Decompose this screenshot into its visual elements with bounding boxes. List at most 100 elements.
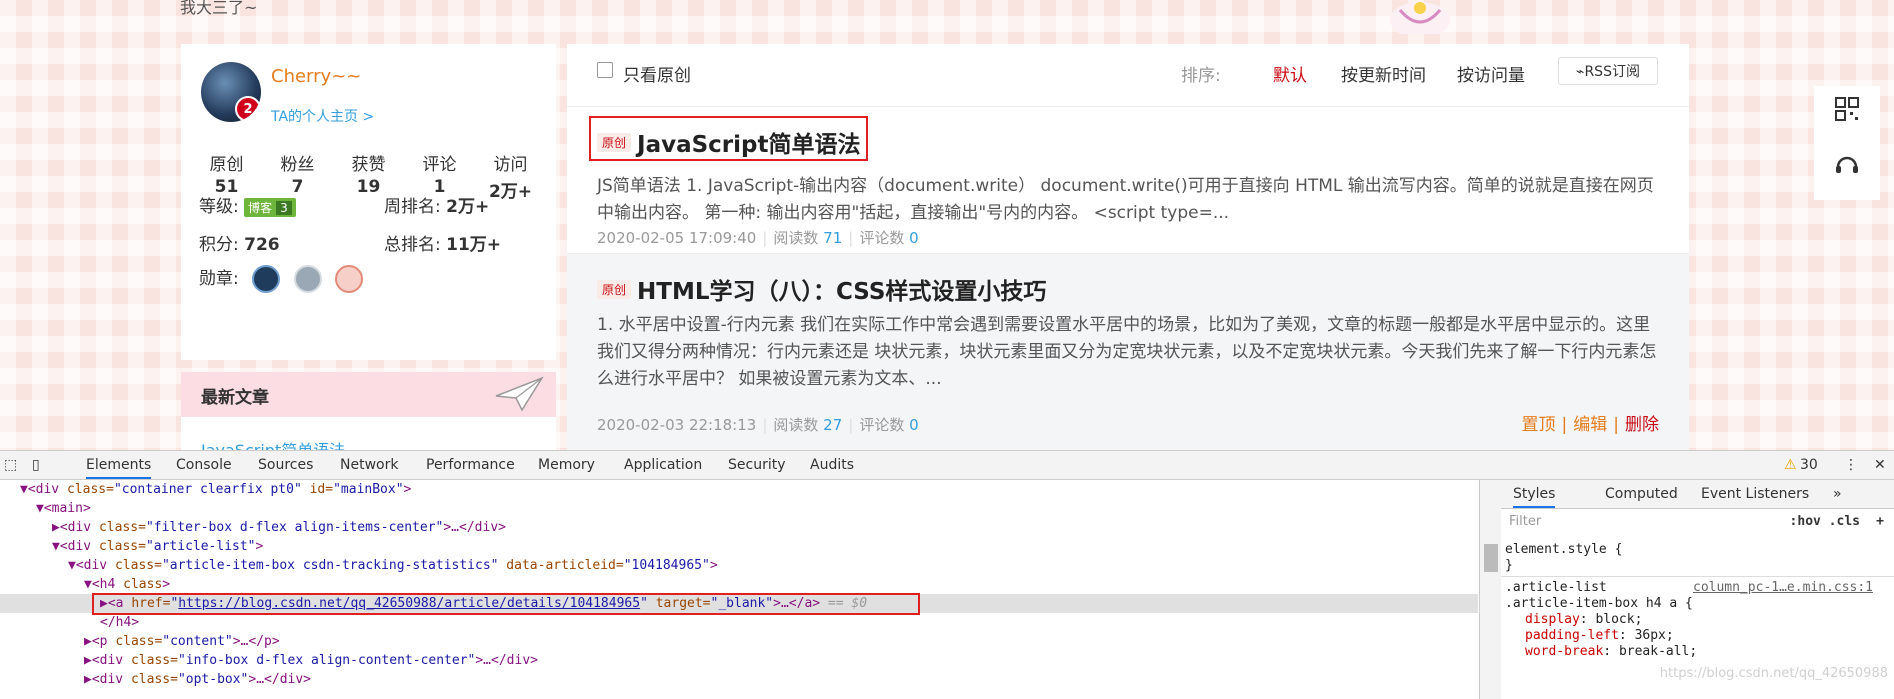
css-selector[interactable]: .article-item-box h4 a { [1505,596,1693,611]
stat-label: 评论 [422,155,457,175]
edit-button[interactable]: 编辑 [1573,415,1607,435]
more-tabs-icon[interactable]: » [1833,486,1842,502]
original-tag: 原创 [597,132,632,152]
add-rule-icon[interactable]: + [1876,514,1884,529]
blog-tagline: 我大三了~ [180,0,258,17]
reads-count: 71 [823,229,843,247]
reads-label: 阅读数 [773,229,819,247]
qrcode-icon[interactable] [1834,96,1860,122]
comments-count: 0 [909,416,919,434]
styles-pane: Styles Computed Event Listeners » Filter… [1501,480,1894,699]
dom-node[interactable]: ▼<h4 class> [0,575,1478,594]
article-title-link[interactable]: JavaScript简单语法 [637,132,860,158]
tab-performance[interactable]: Performance [426,457,515,473]
tab-memory[interactable]: Memory [538,457,595,473]
article-panel: 只看原创 排序: 默认 按更新时间 按访问量 ⌁RSS订阅 原创 JavaScri… [567,44,1689,450]
tab-computed[interactable]: Computed [1605,486,1678,502]
css-property[interactable]: display: block; [1525,612,1642,627]
tab-sources[interactable]: Sources [258,457,313,473]
article-summary[interactable]: 1. 水平居中设置-行内元素 我们在实际工作中常会遇到需要设置水平居中的场景，比… [597,312,1657,393]
delete-button[interactable]: 删除 [1625,415,1659,435]
tab-network[interactable]: Network [340,457,398,473]
hov-cls-toggles[interactable]: :hov .cls [1790,514,1860,529]
dom-node[interactable]: ▼<div class="container clearfix pt0" id=… [0,480,1478,499]
dom-node[interactable]: ▼<div class="article-list"> [0,537,1478,556]
dom-node[interactable]: </h4> [0,613,1478,632]
latest-articles-list: JavaScript简单语法 [181,417,556,450]
profile-card: 2 Cherry~~ TA的个人主页 > 原创 51 粉丝 7 获赞 19 评论 1 访… [181,44,556,360]
sort-label: 排序: [1181,66,1221,86]
article-date: 2020-02-03 22:18:13 [597,416,757,434]
medals-label: 勋章: [199,269,239,289]
dom-node[interactable]: ▶<p class="content">…</p> [0,632,1478,651]
original-only-label[interactable]: 只看原创 [623,61,691,86]
article-title-link[interactable]: HTML学习（八）：CSS样式设置小技巧 [637,279,1046,305]
watermark: https://blog.csdn.net/qq_42650988 [1659,666,1888,681]
stat-label: 粉丝 [280,155,315,175]
writer-medal-icon[interactable] [334,265,363,293]
warning-count[interactable]: 30 [1800,457,1818,473]
dom-node[interactable]: ▶<div class="filter-box d-flex align-ite… [0,518,1478,537]
customer-service-icon[interactable] [1834,152,1860,178]
avatar[interactable]: 2 [201,62,261,122]
warning-icon[interactable]: ⚠ [1784,457,1797,473]
inspect-element-icon[interactable]: ⬚ [4,457,17,473]
tab-application[interactable]: Application [624,457,702,473]
rss-button[interactable]: ⌁RSS订阅 [1558,57,1658,85]
dom-node[interactable]: ▼<div class="article-item-box csdn-track… [0,556,1478,575]
tab-event-listeners[interactable]: Event Listeners [1701,486,1809,502]
profile-name[interactable]: Cherry~~ [271,66,361,87]
dom-node[interactable]: ▶<div class="opt-box">…</div> [0,670,1478,689]
grade-label: 等级: [199,197,239,217]
article-item: 原创 HTML学习（八）：CSS样式设置小技巧 1. 水平居中设置-行内元素 我们… [567,254,1689,450]
element-style-rule[interactable]: element.style { [1505,542,1622,557]
profile-home-link[interactable]: TA的个人主页 > [271,106,374,126]
points-row: 积分: 726 [199,230,280,255]
pin-top-button[interactable]: 置顶 [1522,415,1556,435]
article-info: 2020-02-03 22:18:13 | 阅读数 27 | 评论数 0 [597,416,919,434]
tab-security[interactable]: Security [728,457,786,473]
persistence-medal-icon[interactable] [293,265,322,293]
dom-node[interactable]: ▼<main> [0,499,1478,518]
dom-node[interactable]: ▶<div class="info-box d-flex align-conte… [0,651,1478,670]
sort-default-link[interactable]: 默认 [1273,61,1307,86]
tab-audits[interactable]: Audits [810,457,854,473]
comments-count: 0 [909,229,919,247]
points-label: 积分: [199,235,239,255]
blog-grade-badge[interactable]: 博客 3 [244,197,296,217]
level-badge: 2 [235,96,261,122]
original-only-checkbox[interactable] [597,62,613,78]
panel-splitter-scrollbar[interactable] [1479,480,1502,699]
article-info: 2020-02-05 17:09:40 | 阅读数 71 | 评论数 0 [597,229,919,247]
css-selector[interactable]: .article-list [1505,580,1607,595]
github-medal-icon[interactable] [252,265,281,293]
latest-articles-title: 最新文章 [201,388,269,408]
total-rank-row: 总排名: 11万+ [384,230,501,255]
more-menu-icon[interactable]: ⋮ [1844,457,1858,473]
reads-count: 27 [823,416,843,434]
device-toggle-icon[interactable]: ▯ [32,457,40,473]
latest-article-link[interactable]: JavaScript简单语法 [201,437,345,450]
sort-by-update-link[interactable]: 按更新时间 [1341,61,1426,86]
stat-label: 原创 [209,155,244,175]
original-tag: 原创 [597,279,632,299]
reads-label: 阅读数 [773,416,819,434]
css-property[interactable]: word-break: break-all; [1525,644,1697,659]
highlight-box [92,593,920,615]
filter-bar: 只看原创 排序: 默认 按更新时间 按访问量 ⌁RSS订阅 [567,44,1689,107]
side-toolbar [1814,86,1880,200]
rss-label: RSS订阅 [1584,64,1640,80]
article-summary[interactable]: JS简单语法 1. JavaScript-输出内容（document.write… [597,173,1657,227]
scroll-thumb[interactable] [1484,544,1498,572]
close-icon[interactable]: ✕ [1874,457,1886,473]
comments-label: 评论数 [859,416,905,434]
article-date: 2020-02-05 17:09:40 [597,229,757,247]
tab-elements[interactable]: Elements [86,457,152,479]
css-property[interactable]: padding-left: 36px; [1525,628,1674,643]
styles-filter-input[interactable]: Filter [1509,514,1749,534]
tab-console[interactable]: Console [176,457,232,473]
tab-styles[interactable]: Styles [1513,486,1556,508]
stat-label: 访问 [493,155,528,175]
css-source-link[interactable]: column_pc-1…e.min.css:1 [1693,580,1873,595]
sort-by-visits-link[interactable]: 按访问量 [1457,61,1525,86]
